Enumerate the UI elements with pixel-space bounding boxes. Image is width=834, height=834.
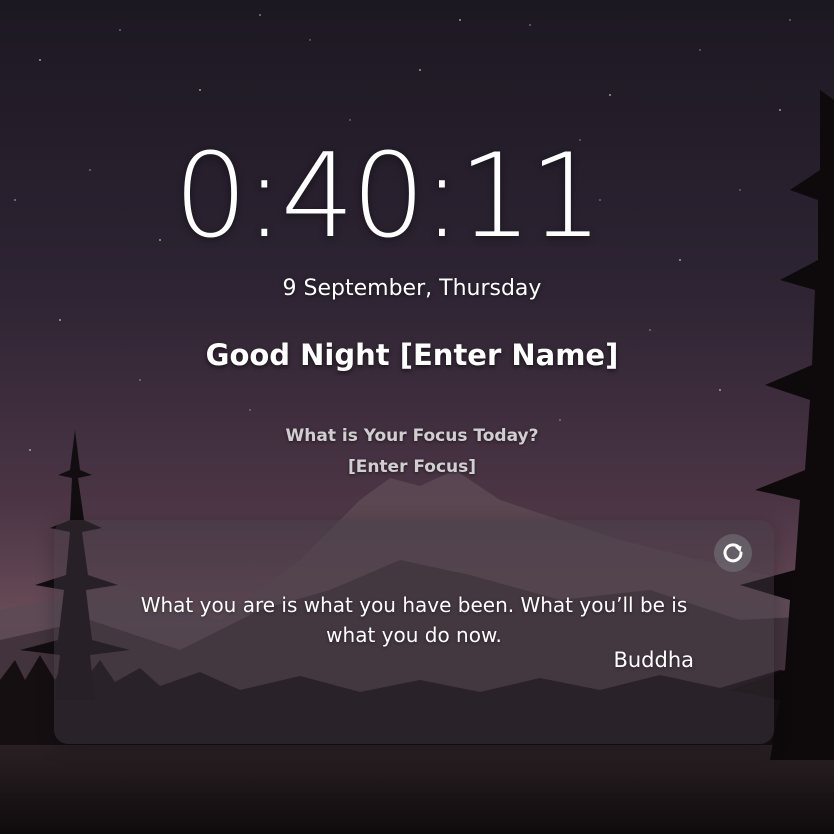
clock-time: 0:40:11 <box>173 129 603 264</box>
focus-input[interactable]: [Enter Focus] <box>0 457 834 477</box>
name-input[interactable]: [Enter Name] <box>400 338 619 372</box>
current-date: 9 September, Thursday <box>282 276 542 301</box>
quote-card: What you are is what you have been. What… <box>54 520 774 744</box>
quote-text: What you are is what you have been. What… <box>140 593 688 647</box>
greeting: Good Night [Enter Name] <box>0 338 834 372</box>
greeting-salutation: Good Night <box>205 338 390 372</box>
quote-author: Buddha <box>613 648 694 672</box>
refresh-icon <box>723 543 743 563</box>
focus-question: What is Your Focus Today? <box>285 426 539 446</box>
refresh-quote-button[interactable] <box>714 534 752 572</box>
